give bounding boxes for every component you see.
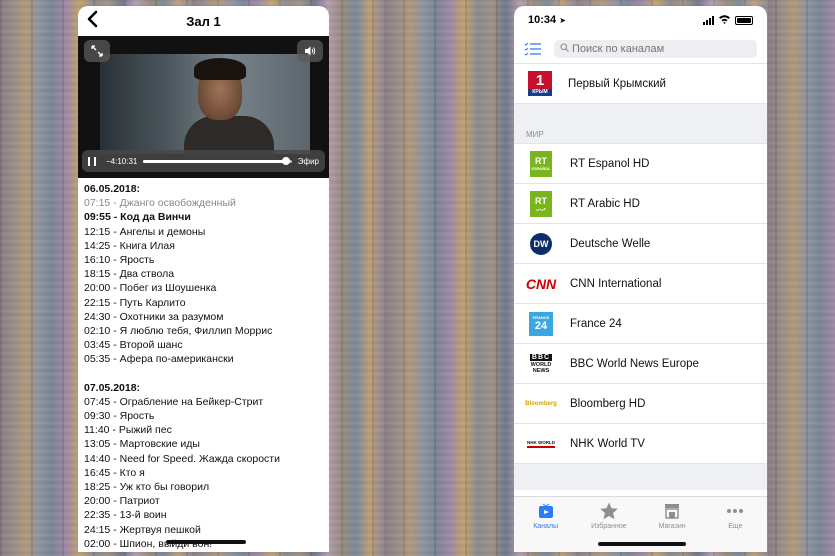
schedule-item[interactable]: 22:15 - Путь Карлито (84, 296, 323, 310)
checklist-icon[interactable] (524, 42, 542, 56)
progress-slider[interactable] (143, 156, 292, 165)
channel-row[interactable]: CNN CNN International (514, 264, 767, 304)
channel-name: RT Espanol HD (570, 157, 650, 170)
schedule-item[interactable]: 14:40 - Need for Speed. Жажда скорости (84, 452, 323, 466)
search-bar (514, 34, 767, 64)
channel-row-first-crimean[interactable]: 1 КРЫМ Первый Крымский (514, 64, 767, 104)
list-footer (514, 464, 767, 490)
schedule-item[interactable]: 14:25 - Книга Илая (84, 239, 323, 253)
channel-row[interactable]: FRANCE 24 France 24 (514, 304, 767, 344)
channel-logo: Bloomberg (525, 400, 557, 407)
schedule-item[interactable]: 05:35 - Афера по-американски (84, 352, 323, 366)
channel-name: CNN International (570, 277, 662, 290)
channel-name: Deutsche Welle (570, 237, 651, 250)
tab-label: Магазин (658, 523, 686, 530)
channel-logo: BBC WORLD NEWS (529, 353, 553, 374)
schedule-item[interactable]: 24:30 - Охотники за разумом (84, 310, 323, 324)
schedule-item[interactable]: 03:45 - Второй шанс (84, 338, 323, 352)
schedule-item[interactable]: 24:15 - Жертвуя пешкой (84, 523, 323, 537)
schedule-item[interactable]: 16:45 - Кто я (84, 466, 323, 480)
store-icon (663, 501, 681, 521)
signal-icon (703, 15, 714, 25)
status-bar: 10:34 ➤ (514, 6, 767, 34)
schedule-date: 07.05.2018: (84, 381, 141, 394)
search-field[interactable] (554, 39, 757, 58)
schedule-item[interactable]: 07:15 - Джанго освобожденный (84, 196, 323, 210)
star-icon (599, 501, 619, 521)
tv-icon (537, 501, 555, 521)
schedule-item[interactable]: 02:10 - Я люблю тебя, Филлип Моррис (84, 324, 323, 338)
schedule-item[interactable]: 12:15 - Ангелы и демоны (84, 225, 323, 239)
channel-row[interactable]: Bloomberg Bloomberg HD (514, 384, 767, 424)
schedule-item[interactable]: 09:30 - Ярость (84, 409, 323, 423)
tab-more[interactable]: Еще (705, 501, 765, 552)
channel-logo: 1 КРЫМ (526, 70, 554, 98)
schedule-list: 06.05.2018: 07:15 - Джанго освобожденный 0… (78, 178, 329, 551)
fullscreen-icon[interactable] (84, 40, 110, 62)
more-icon (725, 501, 745, 521)
channel-name: Bloomberg HD (570, 397, 646, 410)
tab-label: Избранное (591, 523, 627, 530)
schedule-item[interactable]: 13:05 - Мартовские иды (84, 437, 323, 451)
schedule-item[interactable]: 16:10 - Ярость (84, 253, 323, 267)
schedule-item[interactable]: 18:15 - Два ствола (84, 267, 323, 281)
search-input[interactable] (572, 42, 751, 55)
channel-logo: NHK WORLD (526, 430, 556, 458)
schedule-date: 06.05.2018: (84, 183, 141, 195)
player-controls: −4:10:31 Эфир (82, 150, 325, 172)
video-player[interactable]: −4:10:31 Эфир (78, 36, 329, 178)
status-time: 10:34 ➤ (528, 14, 566, 26)
schedule-screen: Зал 1 −4:10:31 Эфир 06.05.2018: 07:15 - Д… (78, 6, 329, 552)
video-frame (100, 54, 310, 156)
section-header: МИР (514, 126, 767, 144)
pause-icon[interactable] (88, 156, 96, 166)
channels-screen: 10:34 ➤ 1 КРЫМ (514, 6, 767, 552)
live-label: Эфир (297, 156, 319, 166)
nav-header: Зал 1 (78, 6, 329, 36)
channel-name: NHK World TV (570, 437, 645, 450)
schedule-item[interactable]: 22:35 - 13-й воин (84, 508, 323, 522)
schedule-item[interactable]: 18:25 - Уж кто бы говорил (84, 480, 323, 494)
channel-name: RT Arabic HD (570, 197, 640, 210)
search-icon (560, 42, 569, 55)
channel-row[interactable]: DW Deutsche Welle (514, 224, 767, 264)
schedule-item[interactable]: 20:00 - Побег из Шоушенка (84, 281, 323, 295)
channel-logo: DW (526, 230, 556, 258)
time-remaining: −4:10:31 (106, 156, 138, 166)
channel-logo: CNN (525, 275, 557, 292)
schedule-item[interactable]: 07:45 - Ограбление на Бейкер-Стрит (84, 395, 323, 409)
channel-name: Первый Крымский (568, 77, 666, 90)
channel-logo: RT عربي (526, 190, 556, 218)
volume-icon[interactable] (297, 40, 323, 62)
channel-row[interactable]: NHK WORLD NHK World TV (514, 424, 767, 464)
tab-label: Каналы (533, 523, 559, 530)
tab-label: Еще (728, 523, 743, 530)
home-indicator (598, 542, 686, 546)
channel-logo: FRANCE 24 (526, 310, 556, 338)
page-title: Зал 1 (186, 13, 221, 29)
schedule-item[interactable]: 09:55 - Код да Винчи (84, 210, 323, 224)
channel-logo: RT ESPAÑOL (526, 150, 556, 178)
channel-row[interactable]: RT ESPAÑOL RT Espanol HD (514, 144, 767, 184)
channel-row[interactable]: BBC WORLD NEWS BBC World News Europe (514, 344, 767, 384)
channel-row[interactable]: RT عربي RT Arabic HD (514, 184, 767, 224)
channel-list: RT ESPAÑOL RT Espanol HD RT عربي RT Arabic HD… (514, 144, 767, 464)
channel-name: France 24 (570, 317, 622, 330)
section-spacer (514, 104, 767, 126)
schedule-item[interactable]: 20:00 - Патриот (84, 494, 323, 508)
home-indicator (166, 540, 246, 544)
battery-icon (735, 15, 753, 25)
chevron-left-icon[interactable] (86, 10, 98, 34)
wifi-icon (718, 14, 731, 27)
channel-name: BBC World News Europe (570, 357, 699, 370)
schedule-item[interactable]: 11:40 - Рыжий пес (84, 423, 323, 437)
tab-tv[interactable]: Каналы (516, 501, 576, 552)
